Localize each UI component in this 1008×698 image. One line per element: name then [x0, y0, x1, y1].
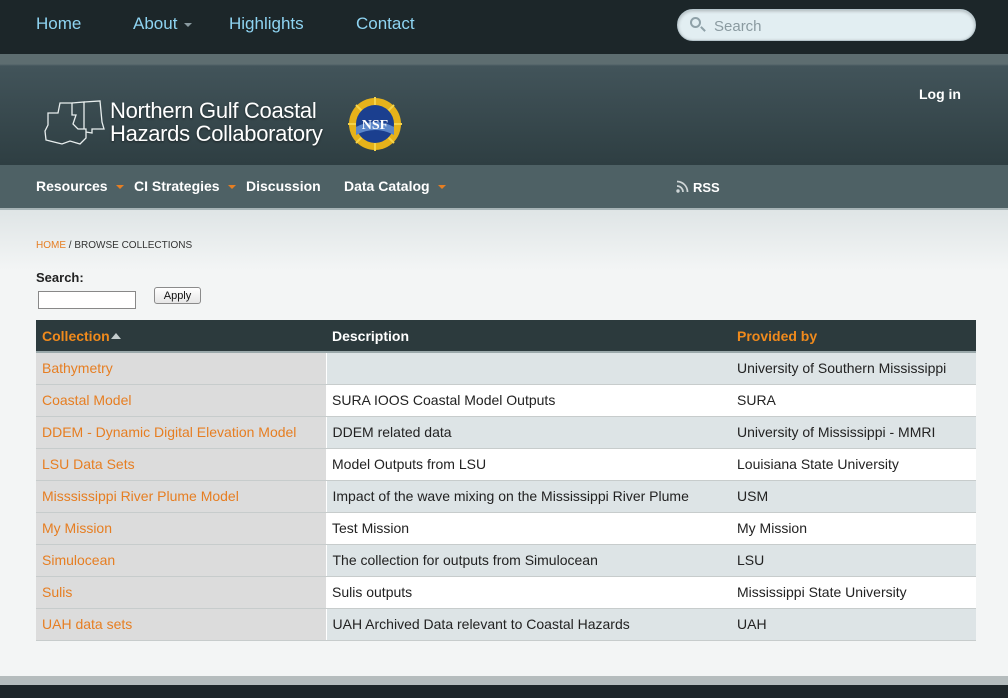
site-search — [677, 9, 976, 41]
description-cell: DDEM related data — [325, 416, 731, 449]
column-header-provided-by[interactable]: Provided by — [731, 320, 976, 353]
collection-link[interactable]: LSU Data Sets — [42, 456, 135, 472]
subnav-data-catalog[interactable]: Data Catalog — [344, 178, 446, 194]
collection-link[interactable]: My Mission — [42, 520, 112, 536]
apply-button[interactable]: Apply — [154, 287, 201, 304]
description-cell — [325, 352, 731, 385]
collection-cell: UAH data sets — [36, 608, 326, 641]
description-cell: The collection for outputs from Simuloce… — [325, 544, 731, 577]
secondary-nav: Resources CI Strategies Discussion Data … — [0, 165, 1008, 210]
breadcrumb-home[interactable]: HOME — [36, 240, 66, 251]
collection-link[interactable]: Coastal Model — [42, 392, 132, 408]
column-header-collection[interactable]: Collection — [36, 320, 326, 353]
filter-search-input[interactable] — [38, 291, 136, 309]
collection-link[interactable]: DDEM - Dynamic Digital Elevation Model — [42, 424, 296, 440]
column-header-description: Description — [326, 320, 731, 353]
nav-highlights[interactable]: Highlights — [229, 14, 304, 34]
table-row: DDEM - Dynamic Digital Elevation Model DD… — [36, 416, 976, 449]
table-row: My Mission Test Mission My Mission — [36, 512, 976, 545]
table-row: Simulocean The collection for outputs fro… — [36, 544, 976, 577]
table-row: Sulis Sulis outputs Mississippi State Univ… — [36, 576, 976, 609]
collections-table: Collection Description Provided by Bathy… — [36, 320, 976, 641]
site-title[interactable]: Northern Gulf Coastal Hazards Collaborat… — [110, 99, 323, 145]
chevron-down-icon — [115, 185, 124, 190]
breadcrumb: HOME / BROWSE COLLECTIONS — [36, 240, 192, 251]
breadcrumb-separator: / — [68, 240, 72, 251]
chevron-down-icon — [437, 185, 446, 190]
description-cell: Sulis outputs — [326, 576, 731, 609]
table-row: Coastal Model SURA IOOS Coastal Model Out… — [36, 384, 976, 417]
table-row: UAH data sets UAH Archived Data relevant … — [36, 608, 976, 641]
rss-link[interactable]: RSS — [676, 180, 720, 195]
provider-cell: SURA — [731, 384, 976, 417]
table-body: Bathymetry University of Southern Mississ… — [36, 352, 976, 641]
table-header-row: Collection Description Provided by — [36, 320, 976, 353]
column-header-collection-label: Collection — [42, 327, 110, 344]
collection-cell: LSU Data Sets — [36, 448, 326, 481]
top-nav-bar: Home About Highlights Contact — [0, 0, 1008, 54]
collection-link[interactable]: UAH data sets — [42, 616, 132, 632]
nav-home[interactable]: Home — [36, 14, 81, 34]
subnav-resources-label: Resources — [36, 178, 108, 194]
table-row: Bathymetry University of Southern Mississ… — [36, 352, 976, 385]
login-link[interactable]: Log in — [919, 86, 961, 102]
provider-cell: USM — [731, 480, 976, 513]
chevron-down-icon — [184, 22, 193, 27]
provider-cell: University of Southern Mississippi — [731, 352, 976, 385]
provider-cell: LSU — [731, 544, 976, 577]
breadcrumb-current: BROWSE COLLECTIONS — [74, 240, 193, 251]
rss-label: RSS — [693, 180, 720, 195]
subnav-ci-strategies-label: CI Strategies — [134, 178, 220, 194]
sort-ascending-icon — [110, 332, 121, 339]
provider-cell: My Mission — [731, 512, 976, 545]
collection-link[interactable]: Sulis — [42, 584, 72, 600]
subnav-ci-strategies[interactable]: CI Strategies — [134, 178, 236, 194]
nsf-logo: NSF — [348, 97, 402, 151]
nsf-logo-text: NSF — [362, 118, 388, 133]
collection-cell: My Mission — [36, 512, 326, 545]
description-cell: Model Outputs from LSU — [326, 448, 731, 481]
collection-cell: Coastal Model — [36, 384, 326, 417]
footer — [0, 676, 1008, 698]
site-title-line2: Hazards Collaboratory — [110, 121, 323, 146]
site-header: Northern Gulf Coastal Hazards Collaborat… — [0, 54, 1008, 165]
provider-cell: University of Mississippi - MMRI — [731, 416, 976, 449]
provider-cell: UAH — [731, 608, 976, 641]
table-row: LSU Data Sets Model Outputs from LSU Louis… — [36, 448, 976, 481]
site-title-line1: Northern Gulf Coastal — [110, 98, 317, 123]
nav-contact[interactable]: Contact — [356, 14, 415, 34]
provider-cell: Mississippi State University — [731, 576, 976, 609]
collection-cell: Misssissippi River Plume Model — [36, 480, 326, 513]
collection-link[interactable]: Misssissippi River Plume Model — [42, 488, 239, 504]
nav-about[interactable]: About — [133, 14, 193, 34]
table-row: Misssissippi River Plume Model Impact of … — [36, 480, 976, 513]
subnav-resources[interactable]: Resources — [36, 178, 124, 194]
description-cell: SURA IOOS Coastal Model Outputs — [326, 384, 731, 417]
rss-icon — [676, 180, 689, 193]
chevron-down-icon — [227, 185, 236, 190]
nav-about-label: About — [133, 14, 178, 33]
footer-bar — [0, 685, 1008, 698]
search-icon — [690, 17, 701, 28]
filter-search-label: Search: — [36, 270, 84, 285]
description-cell: Test Mission — [326, 512, 731, 545]
subnav-data-catalog-label: Data Catalog — [344, 178, 430, 194]
description-cell: UAH Archived Data relevant to Coastal Ha… — [325, 608, 731, 641]
collection-link[interactable]: Simulocean — [42, 552, 115, 568]
description-cell: Impact of the wave mixing on the Mississ… — [325, 480, 731, 513]
gulf-states-map-icon[interactable] — [42, 98, 106, 150]
site-search-input[interactable] — [714, 15, 964, 37]
collection-link[interactable]: Bathymetry — [42, 360, 113, 376]
collection-cell: DDEM - Dynamic Digital Elevation Model — [36, 416, 326, 449]
collection-cell: Simulocean — [36, 544, 326, 577]
subnav-discussion[interactable]: Discussion — [246, 178, 321, 194]
collection-cell: Sulis — [36, 576, 326, 609]
collection-cell: Bathymetry — [36, 352, 326, 385]
main-content: HOME / BROWSE COLLECTIONS Search: Apply … — [0, 210, 1008, 676]
provider-cell: Louisiana State University — [731, 448, 976, 481]
